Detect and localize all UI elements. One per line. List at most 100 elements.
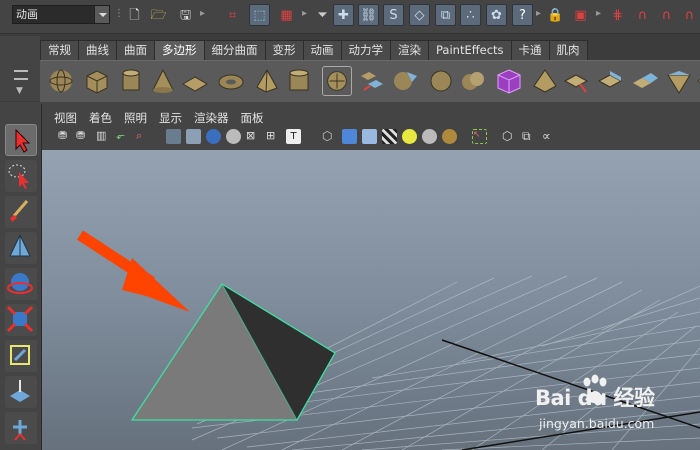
rotate-tool[interactable] — [5, 268, 37, 300]
snap-grid-icon[interactable]: ⋕ — [607, 4, 628, 26]
textured-icon[interactable] — [382, 129, 397, 144]
poly-cylinder-icon[interactable] — [116, 66, 146, 96]
boolean-icon[interactable] — [458, 66, 488, 96]
tab-rendering[interactable]: 渲染 — [390, 40, 429, 60]
tab-muscle[interactable]: 肌肉 — [548, 40, 588, 60]
camera-attributes-icon[interactable]: ⛃ — [76, 129, 91, 144]
safe-action-icon[interactable]: T — [286, 129, 301, 144]
field-chart-icon[interactable]: ⊞ — [266, 129, 281, 144]
menu-panels[interactable]: 面板 — [241, 110, 264, 126]
tab-toon[interactable]: 卡通 — [510, 40, 550, 60]
snap-plane-icon[interactable]: ∩ — [679, 4, 700, 26]
poly-pyramid-icon[interactable] — [252, 66, 282, 96]
smooth-icon[interactable] — [426, 66, 456, 96]
xray-icon[interactable]: ⬡ — [502, 129, 517, 144]
highlight-selection-icon[interactable]: ▣ — [570, 4, 591, 26]
lasso-tool[interactable] — [5, 160, 37, 192]
wireframe-icon[interactable] — [166, 129, 181, 144]
menu-renderer[interactable]: 渲染器 — [194, 110, 229, 126]
pyramid-mesh[interactable] — [130, 283, 336, 421]
shelf-menu-icon[interactable] — [14, 78, 28, 80]
mirror-icon[interactable] — [530, 66, 560, 96]
select-surfaces-icon[interactable]: ◇ — [409, 4, 430, 26]
extrude-icon[interactable] — [562, 66, 592, 96]
average-vertices-icon[interactable] — [494, 66, 524, 96]
select-rendering-icon[interactable]: ✿ — [486, 4, 507, 26]
chevron-down-icon[interactable] — [94, 6, 109, 23]
tab-general[interactable]: 常规 — [40, 40, 79, 60]
separate-icon[interactable] — [356, 66, 386, 96]
select-deformations-icon[interactable]: ⧉ — [435, 4, 456, 26]
snap-point-icon[interactable]: ∩ — [656, 4, 677, 26]
chevron-down-icon[interactable]: ▼ — [16, 86, 23, 96]
high-quality-icon[interactable] — [442, 129, 457, 144]
tab-painteffects[interactable]: PaintEffects — [428, 40, 512, 60]
filter-icon[interactable]: ⏷ — [312, 4, 333, 26]
smooth-shade-icon[interactable] — [342, 129, 357, 144]
lock-icon[interactable]: 🔒 — [545, 4, 566, 26]
select-joints-icon[interactable]: ⛓ — [358, 4, 379, 26]
tab-curves[interactable]: 曲线 — [78, 40, 117, 60]
shelf-menu[interactable]: ▼ — [0, 36, 40, 101]
combine-icon[interactable] — [322, 66, 352, 96]
poly-plane-icon[interactable] — [180, 66, 210, 96]
xray-joints-icon[interactable]: ⧉ — [522, 129, 537, 144]
new-scene-icon[interactable]: 🗋 — [124, 4, 145, 26]
snap-curve-icon[interactable]: ∩ — [632, 4, 653, 26]
menu-lighting[interactable]: 照明 — [124, 110, 147, 126]
shadows-icon[interactable] — [422, 129, 437, 144]
tab-surfaces[interactable]: 曲面 — [116, 40, 155, 60]
poly-torus-icon[interactable] — [216, 66, 246, 96]
select-component-icon[interactable]: ▦ — [276, 4, 297, 26]
grid-icon[interactable] — [186, 129, 201, 144]
move-tool[interactable] — [5, 232, 37, 264]
last-tool[interactable] — [5, 376, 37, 408]
manipulator-tool[interactable] — [5, 340, 37, 372]
tab-subdiv[interactable]: 细分曲面 — [203, 40, 266, 60]
menu-show[interactable]: 显示 — [159, 110, 182, 126]
tab-deformation[interactable]: 变形 — [264, 40, 304, 60]
scale-tool[interactable] — [5, 304, 37, 336]
paint-select-tool[interactable] — [5, 196, 37, 228]
append-polygon-icon[interactable] — [630, 66, 660, 96]
bridge-icon[interactable] — [596, 66, 626, 96]
use-all-lights-icon[interactable] — [402, 129, 417, 144]
extract-icon[interactable] — [390, 66, 420, 96]
isolate-select-icon[interactable]: ↖ — [472, 129, 487, 144]
select-handles-icon[interactable]: ✚ — [333, 4, 354, 26]
film-gate-icon[interactable] — [206, 129, 221, 144]
shelf-menu-icon[interactable] — [14, 70, 28, 72]
select-dynamics-icon[interactable]: ∴ — [460, 4, 481, 26]
poly-sphere-icon[interactable] — [46, 66, 76, 96]
menu-shading[interactable]: 着色 — [89, 110, 112, 126]
poly-cube-icon[interactable] — [82, 66, 112, 96]
camera-select-icon[interactable]: ⛃ — [58, 129, 73, 144]
bookmarks-icon[interactable]: ▥ — [96, 129, 111, 144]
two-d-pan-zoom-icon[interactable]: ⌕ — [136, 129, 151, 144]
select-tool[interactable] — [5, 124, 37, 156]
save-scene-icon[interactable]: 🖫 — [175, 4, 196, 26]
select-curves-icon[interactable]: S — [383, 4, 404, 26]
menu-view[interactable]: 视图 — [54, 110, 77, 126]
select-misc-icon[interactable]: ? — [512, 4, 533, 26]
poly-cone-icon[interactable] — [148, 66, 178, 96]
wireframe-on-shaded-icon[interactable] — [362, 129, 377, 144]
tab-polygons[interactable]: 多边形 — [154, 40, 205, 60]
resolution-gate-icon[interactable] — [226, 129, 241, 144]
perspective-viewport[interactable]: Bai du 经验 jingyan.baidu.com — [42, 150, 700, 450]
xray-components-icon[interactable]: ∝ — [542, 129, 557, 144]
insert-edge-loop-icon[interactable] — [694, 66, 700, 96]
wireframe-shading-icon[interactable]: ⬡ — [322, 129, 337, 144]
image-plane-icon[interactable]: ⬐ — [116, 129, 131, 144]
gate-mask-icon[interactable]: ⊠ — [246, 129, 261, 144]
mode-dropdown[interactable]: 动画 — [12, 5, 110, 24]
tab-dynamics[interactable]: 动力学 — [340, 40, 391, 60]
more-tool[interactable] — [5, 412, 37, 444]
select-object-icon[interactable]: ⬚ — [249, 4, 270, 26]
split-polygon-icon[interactable] — [664, 66, 694, 96]
select-hierarchy-icon[interactable]: ⌗ — [222, 4, 243, 26]
tab-animation[interactable]: 动画 — [302, 40, 342, 60]
poly-pipe-icon[interactable] — [284, 66, 314, 96]
open-scene-icon[interactable]: 🗁 — [148, 4, 169, 26]
separator-icon: ▸ — [200, 8, 206, 19]
